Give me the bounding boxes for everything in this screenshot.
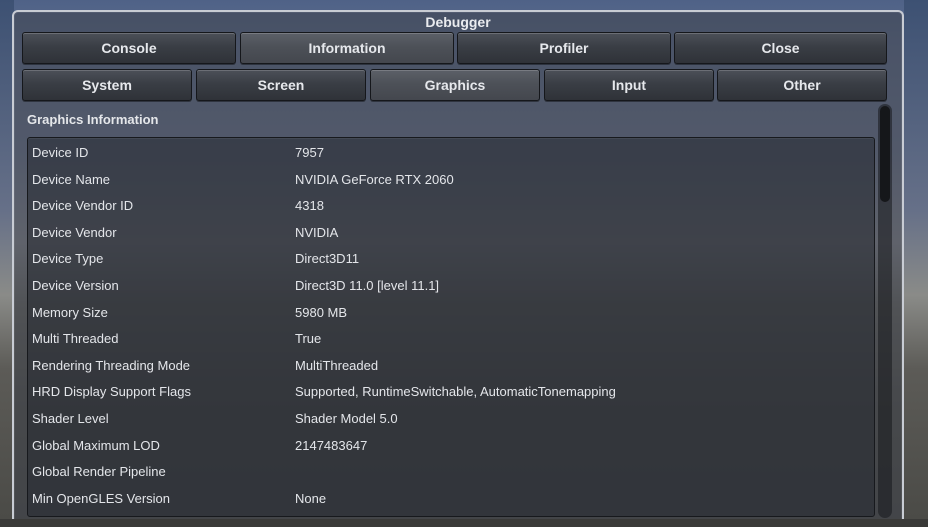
subtab-graphics[interactable]: Graphics <box>370 69 540 101</box>
vertical-scrollbar[interactable] <box>878 104 892 518</box>
info-row: Min OpenGLES Version None <box>28 486 874 512</box>
info-row: Device ID 7957 <box>28 140 874 166</box>
info-row-key: Device Name <box>32 171 111 187</box>
info-row-key: Shader Level <box>32 411 109 426</box>
info-row: Device Version Direct3D 11.0 [level 11.1] <box>28 273 874 299</box>
background-right <box>904 0 928 527</box>
info-row-key: Device Version <box>32 278 119 293</box>
info-row-value: 7957 <box>295 145 324 160</box>
info-row-key: Memory Size <box>32 304 108 320</box>
scrollbar-thumb[interactable] <box>880 106 890 202</box>
subtab-input[interactable]: Input <box>544 69 714 101</box>
tab-information[interactable]: Information <box>240 32 454 64</box>
info-row-value: MultiThreaded <box>295 357 379 373</box>
info-row-key: Min OpenGLES Version <box>32 490 171 506</box>
info-row: Multi Threaded True <box>28 326 874 352</box>
info-row-value: 2147483647 <box>295 437 368 453</box>
info-row-value: None <box>295 490 327 506</box>
info-row: Device Type Direct3D11 <box>28 246 874 272</box>
info-row-key: Global Maximum LOD <box>32 437 160 453</box>
info-row-key: HRD Display Support Flags <box>32 384 191 400</box>
bottom-edge <box>0 519 928 527</box>
close-button[interactable]: Close <box>674 32 887 64</box>
info-row-key: Rendering Threading Mode <box>32 357 191 373</box>
section-title: Graphics Information <box>27 112 159 127</box>
info-row-value: Shader Model 5.0 <box>295 411 398 426</box>
info-row-value: 4318 <box>295 198 324 214</box>
info-row-value: NVIDIA <box>295 224 339 240</box>
tab-console[interactable]: Console <box>22 32 236 64</box>
subtab-screen[interactable]: Screen <box>196 69 366 101</box>
info-row-value: 5980 MB <box>295 304 348 320</box>
graphics-info-panel: Device ID 7957 Device Name NVIDIA GeForce R… <box>27 137 875 517</box>
info-row-key: Global Render Pipeline <box>32 464 166 480</box>
info-row: Memory Size 5980 MB <box>28 300 874 326</box>
info-row-key: Device Type <box>32 251 104 267</box>
window-title: Debugger <box>425 14 491 30</box>
info-row-key: Device Vendor ID <box>32 198 134 214</box>
info-row-value: True <box>295 331 322 347</box>
info-row: Device Vendor NVIDIA <box>28 220 874 246</box>
subtab-other[interactable]: Other <box>717 69 887 101</box>
info-row: Global Render Pipeline <box>28 459 874 485</box>
info-row: Device Vendor ID 4318 <box>28 193 874 219</box>
info-row-key: Device Vendor <box>32 224 117 240</box>
info-row-key: Device ID <box>32 145 89 160</box>
info-row-value: Direct3D11 <box>295 251 360 267</box>
info-row-value: NVIDIA GeForce RTX 2060 <box>295 171 454 187</box>
debugger-window: Debugger Console Information Profiler Cl… <box>12 10 904 527</box>
info-row-value: Supported, RuntimeSwitchable, AutomaticT… <box>295 384 616 400</box>
info-row: Global Maximum LOD 2147483647 <box>28 433 874 459</box>
subtab-system[interactable]: System <box>22 69 192 101</box>
info-row-value: Direct3D 11.0 [level 11.1] <box>295 278 440 293</box>
tab-profiler[interactable]: Profiler <box>457 32 671 64</box>
info-row-key: Multi Threaded <box>32 331 119 347</box>
info-row: Rendering Threading Mode MultiThreaded <box>28 353 874 379</box>
info-row: HRD Display Support Flags Supported, Runt… <box>28 379 874 405</box>
info-row: Shader Level Shader Model 5.0 <box>28 406 874 432</box>
info-row: Device Name NVIDIA GeForce RTX 2060 <box>28 167 874 193</box>
